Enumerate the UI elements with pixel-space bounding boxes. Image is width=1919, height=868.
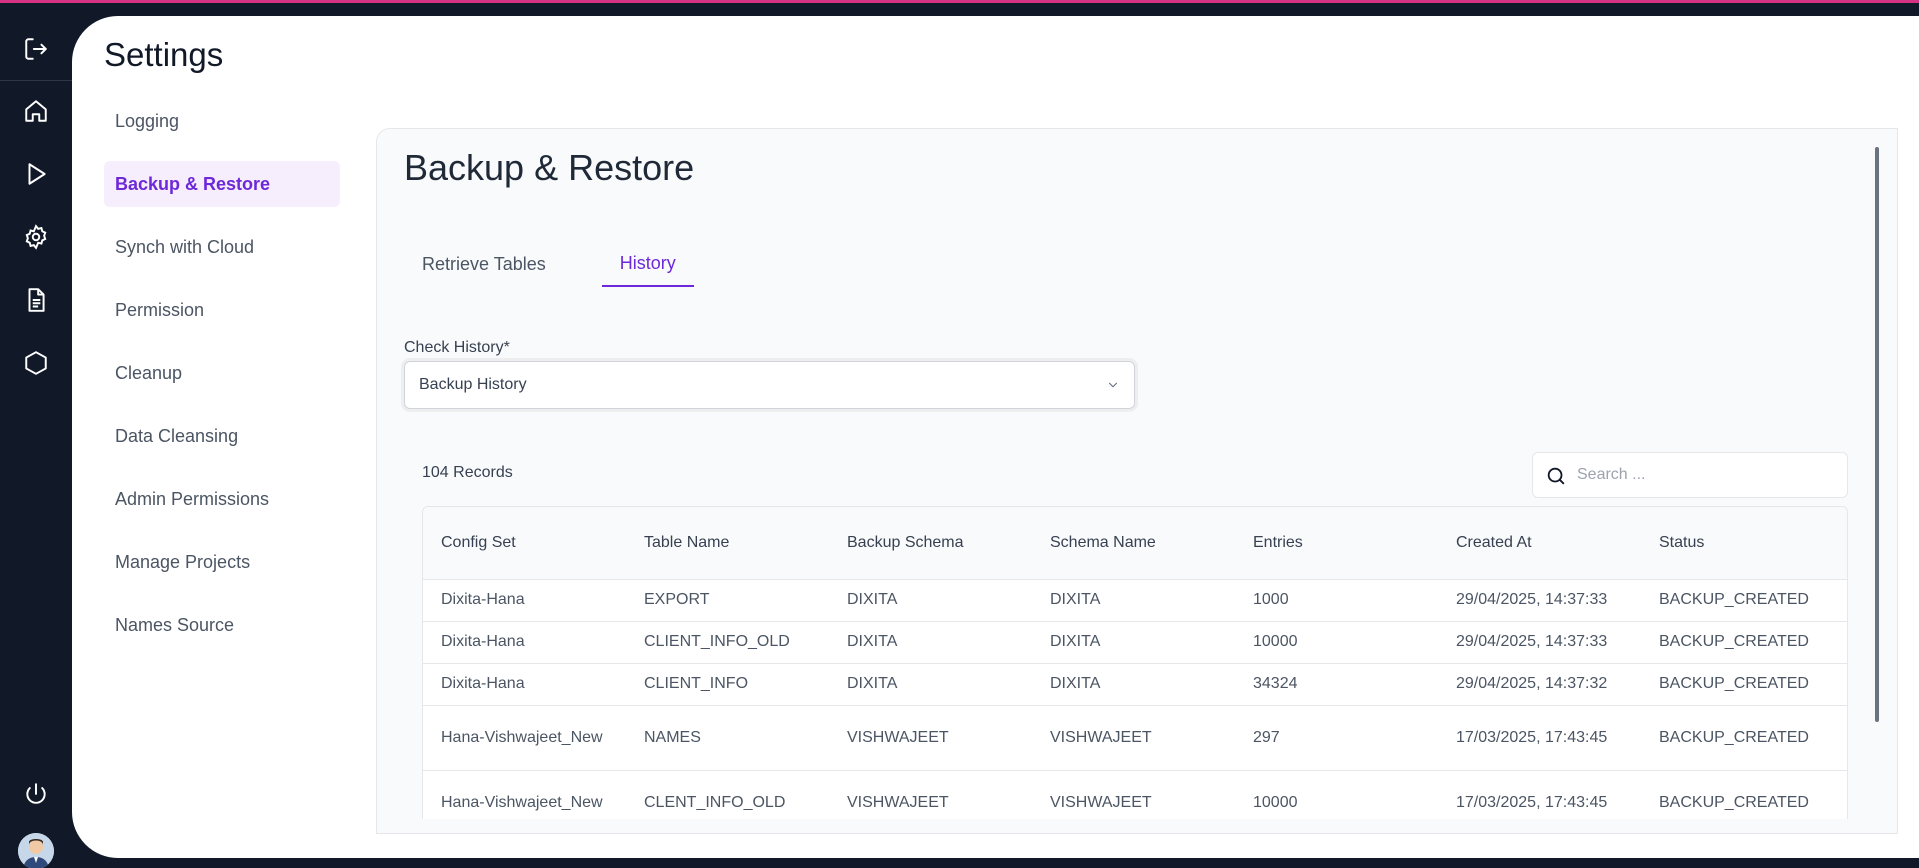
- check-history-select[interactable]: Backup History: [404, 361, 1135, 409]
- logout-icon[interactable]: [18, 31, 54, 67]
- side-nav-item-data-cleansing[interactable]: Data Cleansing: [104, 413, 340, 459]
- history-table: Config Set Table Name Backup Schema Sche…: [423, 507, 1847, 819]
- cell-status: BACKUP_CREATED: [1641, 705, 1847, 771]
- cell-created-at: 29/04/2025, 14:37:32: [1438, 663, 1641, 706]
- column-header-config-set[interactable]: Config Set: [423, 507, 626, 580]
- settings-gear-icon[interactable]: [18, 219, 54, 255]
- cell-schema-name: DIXITA: [1032, 579, 1235, 622]
- side-nav-item-logging[interactable]: Logging: [104, 98, 340, 144]
- tab-bar: Retrieve Tables History: [404, 241, 732, 287]
- table-row[interactable]: Hana-Vishwajeet_New CLENT_INFO_OLD VISHW…: [423, 770, 1847, 819]
- column-header-schema-name[interactable]: Schema Name: [1032, 507, 1235, 580]
- page-title: Settings: [104, 36, 224, 73]
- search-box: [1532, 452, 1848, 498]
- cell-status: BACKUP_CREATED: [1641, 770, 1847, 819]
- side-nav-item-cleanup[interactable]: Cleanup: [104, 350, 340, 396]
- document-icon[interactable]: [18, 282, 54, 318]
- side-nav-item-synch-with-cloud[interactable]: Synch with Cloud: [104, 224, 340, 270]
- table-header-row: Config Set Table Name Backup Schema Sche…: [423, 507, 1847, 580]
- history-table-container: Config Set Table Name Backup Schema Sche…: [422, 506, 1848, 819]
- check-history-label: Check History*: [404, 339, 510, 356]
- side-nav-item-backup-restore[interactable]: Backup & Restore: [104, 161, 340, 207]
- panel-title: Backup & Restore: [404, 147, 695, 188]
- column-header-created-at[interactable]: Created At: [1438, 507, 1641, 580]
- cell-created-at: 17/03/2025, 17:43:45: [1438, 770, 1641, 819]
- cell-table-name: NAMES: [626, 705, 829, 771]
- icon-rail: [0, 3, 72, 868]
- chevron-down-icon: [1106, 378, 1120, 397]
- cell-created-at: 17/03/2025, 17:43:45: [1438, 705, 1641, 771]
- cell-table-name: CLENT_INFO_OLD: [626, 770, 829, 819]
- column-header-status[interactable]: Status: [1641, 507, 1847, 580]
- cell-backup-schema: DIXITA: [829, 621, 1032, 664]
- rail-divider: [0, 80, 72, 81]
- table-row[interactable]: Hana-Vishwajeet_New NAMES VISHWAJEET VIS…: [423, 705, 1847, 771]
- cell-table-name: CLIENT_INFO_OLD: [626, 621, 829, 664]
- cell-entries: 297: [1235, 705, 1438, 771]
- tab-retrieve-tables[interactable]: Retrieve Tables: [404, 241, 564, 287]
- table-row[interactable]: Dixita-Hana CLIENT_INFO DIXITA DIXITA 34…: [423, 663, 1847, 706]
- column-header-table-name[interactable]: Table Name: [626, 507, 829, 580]
- side-nav-item-admin-permissions[interactable]: Admin Permissions: [104, 476, 340, 522]
- cell-entries: 34324: [1235, 663, 1438, 706]
- panel-scrollbar[interactable]: [1875, 147, 1879, 817]
- cell-schema-name: DIXITA: [1032, 621, 1235, 664]
- cell-status: BACKUP_CREATED: [1641, 579, 1847, 622]
- records-count: 104 Records: [422, 464, 513, 481]
- cell-config-set: Dixita-Hana: [423, 621, 626, 664]
- main-content: Settings Logging Backup & Restore Synch …: [72, 16, 1919, 858]
- cell-created-at: 29/04/2025, 14:37:33: [1438, 621, 1641, 664]
- side-nav-item-permission[interactable]: Permission: [104, 287, 340, 333]
- cell-config-set: Dixita-Hana: [423, 663, 626, 706]
- settings-side-nav: Logging Backup & Restore Synch with Clou…: [104, 98, 340, 665]
- cell-entries: 10000: [1235, 621, 1438, 664]
- cell-schema-name: DIXITA: [1032, 663, 1235, 706]
- cell-config-set: Hana-Vishwajeet_New: [423, 770, 626, 819]
- table-row[interactable]: Dixita-Hana CLIENT_INFO_OLD DIXITA DIXIT…: [423, 621, 1847, 664]
- cell-table-name: EXPORT: [626, 579, 829, 622]
- check-history-value: Backup History: [419, 376, 527, 393]
- cell-backup-schema: VISHWAJEET: [829, 770, 1032, 819]
- cell-entries: 10000: [1235, 770, 1438, 819]
- column-header-entries[interactable]: Entries: [1235, 507, 1438, 580]
- play-icon[interactable]: [18, 156, 54, 192]
- column-header-backup-schema[interactable]: Backup Schema: [829, 507, 1032, 580]
- cell-status: BACKUP_CREATED: [1641, 663, 1847, 706]
- hexagon-icon[interactable]: [18, 345, 54, 381]
- cell-schema-name: VISHWAJEET: [1032, 770, 1235, 819]
- side-nav-item-names-source[interactable]: Names Source: [104, 602, 340, 648]
- power-icon[interactable]: [18, 777, 54, 813]
- cell-backup-schema: DIXITA: [829, 579, 1032, 622]
- top-accent-strip: [0, 0, 1919, 3]
- cell-config-set: Hana-Vishwajeet_New: [423, 705, 626, 771]
- tab-history[interactable]: History: [601, 241, 694, 287]
- cell-created-at: 29/04/2025, 14:37:33: [1438, 579, 1641, 622]
- backup-restore-panel: Backup & Restore Retrieve Tables History…: [376, 128, 1898, 834]
- avatar[interactable]: [18, 833, 54, 868]
- panel-scrollbar-thumb[interactable]: [1875, 147, 1879, 722]
- cell-status: BACKUP_CREATED: [1641, 621, 1847, 664]
- cell-config-set: Dixita-Hana: [423, 579, 626, 622]
- cell-entries: 1000: [1235, 579, 1438, 622]
- side-nav-item-manage-projects[interactable]: Manage Projects: [104, 539, 340, 585]
- cell-table-name: CLIENT_INFO: [626, 663, 829, 706]
- table-row[interactable]: Dixita-Hana EXPORT DIXITA DIXITA 1000 29…: [423, 579, 1847, 622]
- search-input[interactable]: [1577, 466, 1827, 484]
- cell-schema-name: VISHWAJEET: [1032, 705, 1235, 771]
- cell-backup-schema: VISHWAJEET: [829, 705, 1032, 771]
- home-icon[interactable]: [18, 93, 54, 129]
- cell-backup-schema: DIXITA: [829, 663, 1032, 706]
- search-icon: [1545, 465, 1567, 492]
